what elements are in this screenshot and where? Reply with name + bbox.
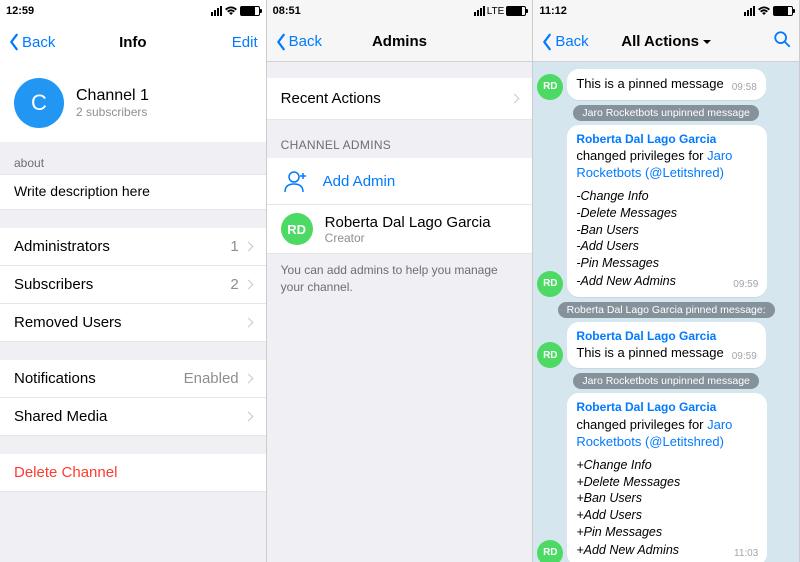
chevron-right-icon (243, 242, 253, 252)
channel-admins-label: CHANNEL ADMINS (267, 120, 533, 158)
nav-bar: Back Admins (267, 22, 533, 62)
back-button[interactable]: Back (8, 33, 55, 51)
chevron-left-icon (8, 33, 20, 51)
chevron-right-icon (510, 94, 520, 104)
chevron-right-icon (243, 318, 253, 328)
battery-icon (773, 6, 793, 16)
signal-icon (211, 6, 222, 16)
system-message: Jaro Rocketbots unpinned message (537, 372, 795, 389)
channel-description[interactable]: Write description here (0, 174, 266, 210)
about-label: about (0, 142, 266, 174)
message-time: 11:03 (734, 547, 758, 561)
message-bubble[interactable]: Roberta Dal Lago Garcia changed privileg… (567, 393, 767, 562)
nav-bar: Back Info Edit (0, 22, 266, 62)
message-bubble[interactable]: This is a pinned message 09:58 (567, 69, 765, 100)
delete-channel-button[interactable]: Delete Channel (0, 454, 266, 492)
admins-footnote: You can add admins to help you manage yo… (267, 254, 533, 304)
status-bar: 12:59 ⁠ (0, 0, 266, 22)
admin-avatar: RD (281, 213, 313, 245)
recent-actions-row[interactable]: Recent Actions (267, 78, 533, 120)
message-sender: Roberta Dal Lago Garcia (576, 399, 758, 415)
message-sender: Roberta Dal Lago Garcia (576, 328, 756, 344)
admin-role: Creator (325, 231, 491, 245)
signal-icon (474, 6, 485, 16)
message-bubble[interactable]: Roberta Dal Lago Garcia This is a pinned… (567, 322, 765, 369)
message-avatar: RD (537, 540, 563, 562)
shared-media-row[interactable]: Shared Media (0, 398, 266, 436)
back-button[interactable]: Back (275, 33, 322, 51)
search-button[interactable] (773, 30, 791, 53)
chevron-right-icon (243, 412, 253, 422)
message-avatar: RD (537, 74, 563, 100)
chevron-right-icon (243, 374, 253, 384)
network-label: LTE (487, 6, 505, 17)
wifi-icon (757, 6, 771, 16)
signal-icon (744, 6, 755, 16)
system-message: Jaro Rocketbots unpinned message (537, 104, 795, 121)
message-time: 09:58 (732, 81, 757, 95)
status-bar: 08:51 ⁠ LTE (267, 0, 533, 22)
edit-button[interactable]: Edit (232, 34, 258, 51)
message-avatar: RD (537, 271, 563, 297)
admin-row[interactable]: RD Roberta Dal Lago Garcia Creator (267, 205, 533, 254)
back-button[interactable]: Back (541, 33, 588, 51)
channel-subscribers: 2 subscribers (76, 105, 149, 119)
status-time: 11:12 (539, 5, 567, 17)
nav-bar: Back All Actions (533, 22, 799, 62)
add-admin-row[interactable]: Add Admin (267, 158, 533, 205)
status-time: 08:51 (273, 5, 301, 17)
channel-avatar: C (14, 78, 64, 128)
chevron-right-icon (243, 280, 253, 290)
add-user-icon (281, 166, 311, 196)
channel-header[interactable]: C Channel 1 2 subscribers (0, 62, 266, 142)
message-sender: Roberta Dal Lago Garcia (576, 131, 758, 147)
chevron-left-icon (275, 33, 287, 51)
message-time: 09:59 (732, 350, 757, 364)
message-avatar: RD (537, 342, 563, 368)
wifi-icon (224, 6, 238, 16)
status-time: 12:59 (6, 5, 34, 17)
system-message: Roberta Dal Lago Garcia pinned message: (537, 301, 795, 318)
chevron-left-icon (541, 33, 553, 51)
add-admin-label: Add Admin (323, 173, 396, 190)
actions-log[interactable]: RD This is a pinned message 09:58 Jaro R… (533, 62, 799, 562)
channel-name: Channel 1 (76, 87, 149, 105)
administrators-row[interactable]: Administrators 1 (0, 228, 266, 266)
admin-name: Roberta Dal Lago Garcia (325, 214, 491, 231)
removed-users-row[interactable]: Removed Users (0, 304, 266, 342)
message-bubble[interactable]: Roberta Dal Lago Garcia changed privileg… (567, 125, 767, 297)
status-bar: 11:12 ⁠ (533, 0, 799, 22)
message-time: 09:59 (733, 278, 758, 292)
battery-icon (240, 6, 260, 16)
notifications-row[interactable]: Notifications Enabled (0, 360, 266, 398)
battery-icon (506, 6, 526, 16)
subscribers-row[interactable]: Subscribers 2 (0, 266, 266, 304)
